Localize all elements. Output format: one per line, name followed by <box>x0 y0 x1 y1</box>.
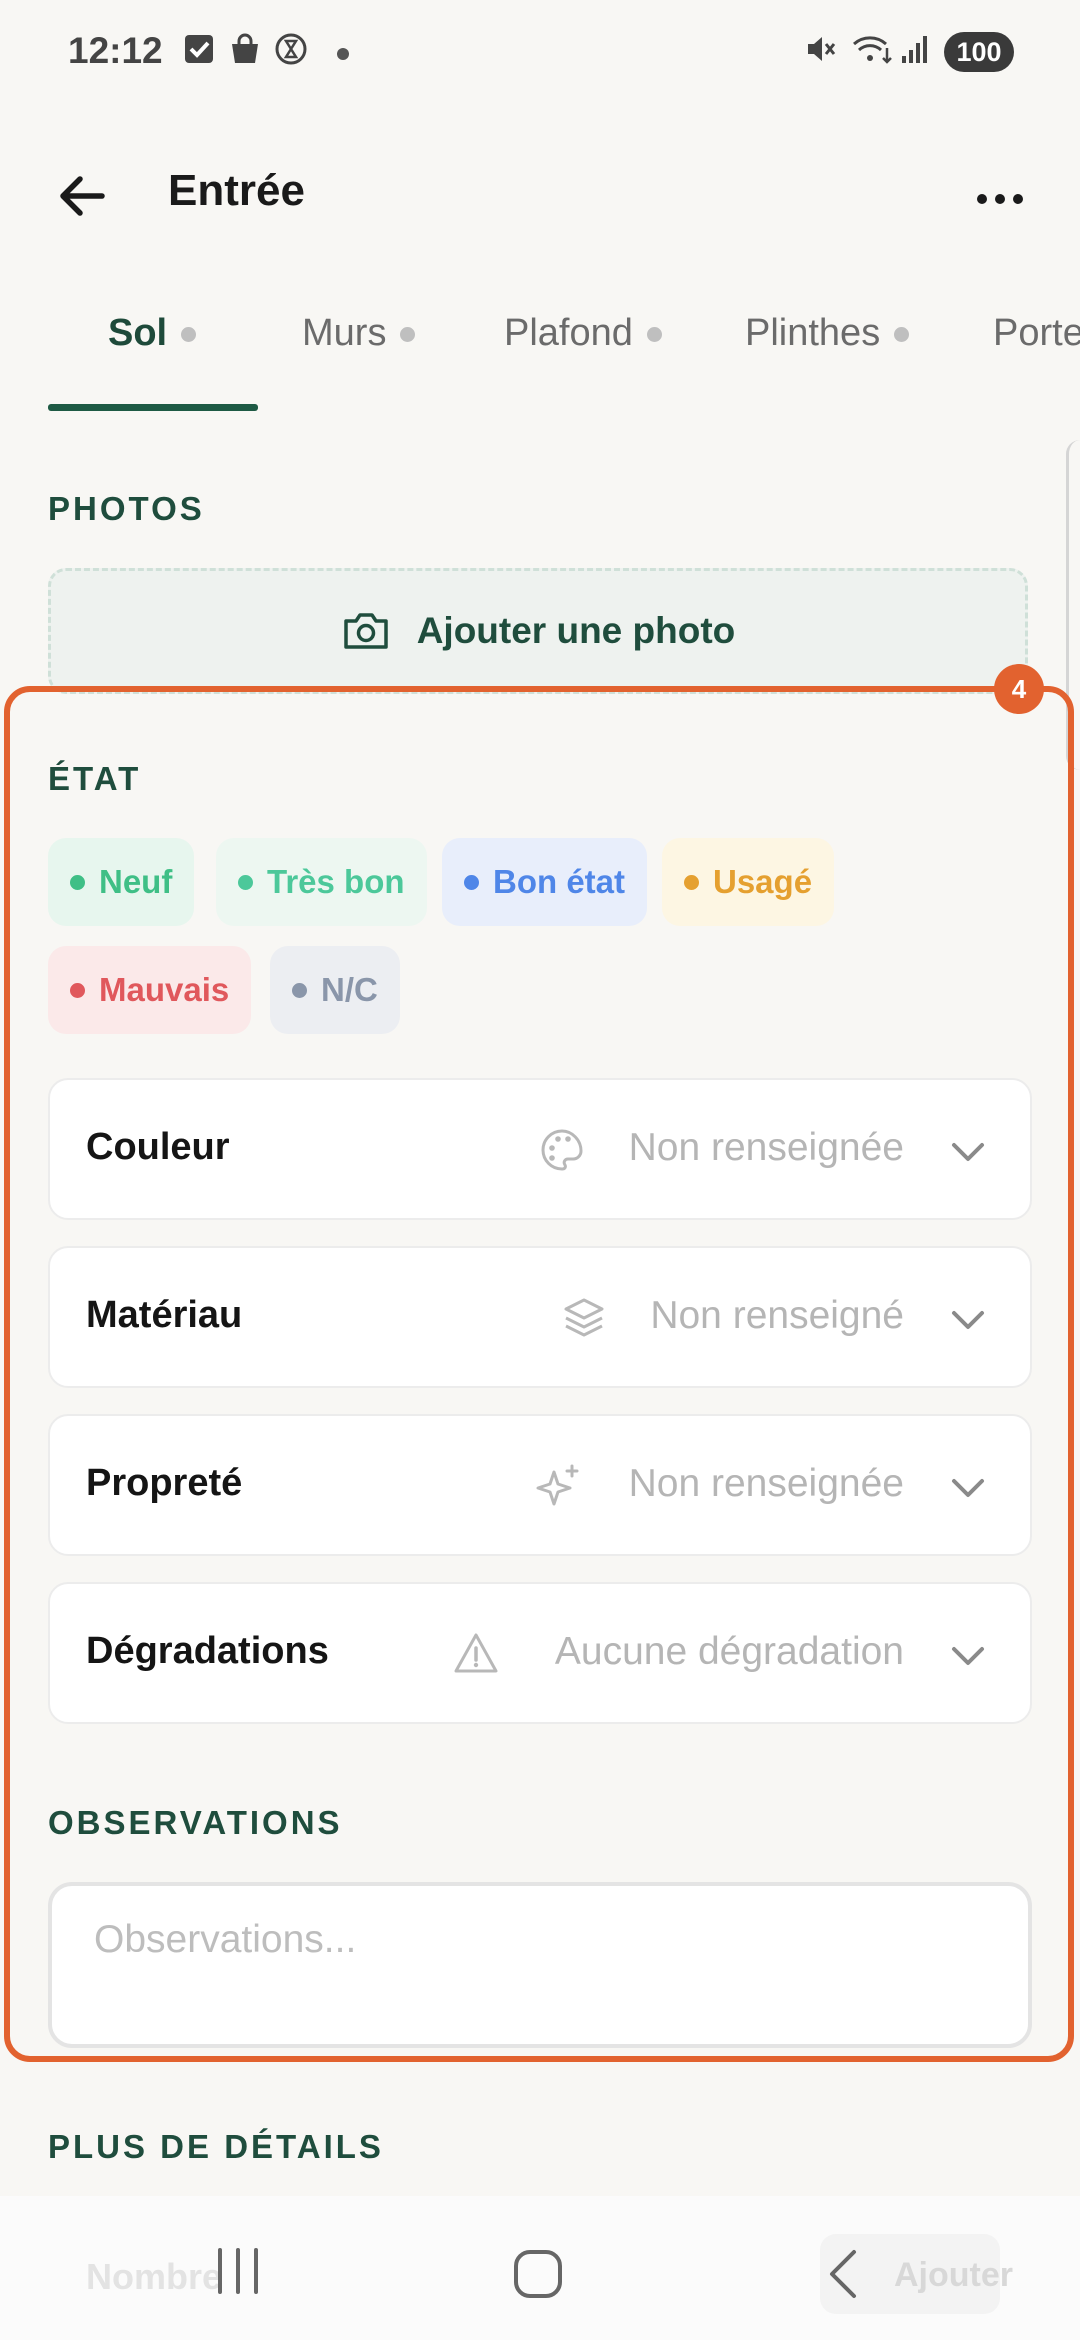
chip-dot-icon <box>238 874 253 890</box>
chevron-down-icon <box>952 1647 984 1665</box>
field-label: Propreté <box>86 1462 243 1504</box>
chip-mauvais[interactable]: Mauvais <box>48 946 252 1034</box>
more-details-section-title: PLUS DE DÉTAILS <box>48 2128 384 2165</box>
tab-label: Portes <box>993 312 1080 354</box>
recent-apps-icon[interactable] <box>210 2246 266 2298</box>
observations-section-title: OBSERVATIONS <box>48 1804 343 1841</box>
layers-icon <box>564 1298 604 1337</box>
more-options-icon[interactable] <box>970 166 1030 226</box>
mute-icon <box>808 37 836 61</box>
notification-dot-icon <box>337 48 349 60</box>
field-value: Non renseignée <box>628 1126 904 1169</box>
camera-icon <box>343 613 388 649</box>
couleur-dropdown[interactable]: Couleur Non renseignée <box>48 1078 1032 1220</box>
chip-dot-icon <box>464 874 479 890</box>
wifi-icon <box>853 36 892 64</box>
chip-nc[interactable]: N/C <box>270 946 400 1034</box>
chip-dot-icon <box>684 874 699 890</box>
chip-usage[interactable]: Usagé <box>662 838 835 926</box>
tab-portes[interactable]: Portes <box>993 312 1080 355</box>
status-time: 12:12 <box>68 30 163 71</box>
add-photo-content: Ajouter une photo <box>51 571 1025 691</box>
tab-murs[interactable]: Murs <box>302 312 416 355</box>
chip-dot-icon <box>292 982 307 998</box>
tab-label: Plinthes <box>745 312 881 354</box>
home-icon[interactable] <box>510 2246 566 2302</box>
chip-bon-etat[interactable]: Bon état <box>442 838 647 926</box>
chip-label: Usagé <box>713 863 813 900</box>
chip-label: N/C <box>321 971 378 1008</box>
field-value: Non renseignée <box>628 1462 904 1505</box>
field-label: Matériau <box>86 1294 243 1336</box>
tab-plafond[interactable]: Plafond <box>504 312 662 355</box>
back-icon[interactable] <box>820 2246 870 2302</box>
add-button-label: Ajouter <box>894 2256 1013 2294</box>
tab-bar: Sol Murs Plafond Plinthes Portes <box>0 290 1080 414</box>
chip-dot-icon <box>70 874 85 890</box>
signal-icon <box>902 36 927 63</box>
status-dot-icon <box>646 327 662 343</box>
shopping-bag-icon <box>232 33 258 63</box>
tab-plinthes[interactable]: Plinthes <box>745 312 910 355</box>
chevron-down-icon <box>952 1479 984 1497</box>
battery-indicator: 100 <box>944 32 1014 72</box>
chip-label: Neuf <box>99 863 173 900</box>
hourglass-icon <box>275 33 307 65</box>
chevron-down-icon <box>952 1143 984 1161</box>
chevron-down-icon <box>952 1311 984 1329</box>
chip-label: Très bon <box>267 863 405 900</box>
degradations-dropdown[interactable]: Dégradations Aucune dégradation <box>48 1582 1032 1724</box>
tab-label: Sol <box>108 312 168 354</box>
back-arrow-icon[interactable] <box>52 166 112 226</box>
warning-icon <box>454 1633 498 1673</box>
checkbox-icon <box>185 35 213 63</box>
etat-section-title: ÉTAT <box>48 760 142 797</box>
status-bar: 12:12 100 <box>0 0 1080 110</box>
chip-tres-bon[interactable]: Très bon <box>216 838 427 926</box>
proprete-dropdown[interactable]: Propreté Non renseignée <box>48 1414 1032 1556</box>
page-title: Entrée <box>168 166 305 215</box>
field-value: Aucune dégradation <box>554 1630 904 1673</box>
tab-label: Plafond <box>504 312 633 354</box>
photos-section-title: PHOTOS <box>48 490 205 527</box>
chip-label: Mauvais <box>99 971 230 1008</box>
highlight-badge: 4 <box>994 664 1044 714</box>
materiau-dropdown[interactable]: Matériau Non renseigné <box>48 1246 1032 1388</box>
app-header: Entrée <box>0 140 1080 250</box>
field-label: Couleur <box>86 1126 230 1168</box>
status-dot-icon <box>400 327 416 343</box>
status-dot-icon <box>181 327 197 343</box>
field-value: Non renseigné <box>650 1294 904 1337</box>
nombre-label: Nombre <box>86 2256 223 2297</box>
observations-input[interactable] <box>48 1882 1032 2048</box>
chip-neuf[interactable]: Neuf <box>48 838 195 926</box>
sparkles-icon <box>536 1464 579 1506</box>
add-photo-label: Ajouter une photo <box>416 610 736 651</box>
active-tab-indicator <box>48 404 258 411</box>
tab-sol[interactable]: Sol <box>108 312 197 355</box>
chip-dot-icon <box>70 982 85 998</box>
add-photo-button[interactable]: Ajouter une photo <box>48 568 1028 694</box>
status-dot-icon <box>894 327 910 343</box>
field-label: Dégradations <box>86 1630 329 1672</box>
tab-label: Murs <box>302 312 387 354</box>
chip-label: Bon état <box>493 863 625 900</box>
palette-icon <box>541 1129 583 1171</box>
